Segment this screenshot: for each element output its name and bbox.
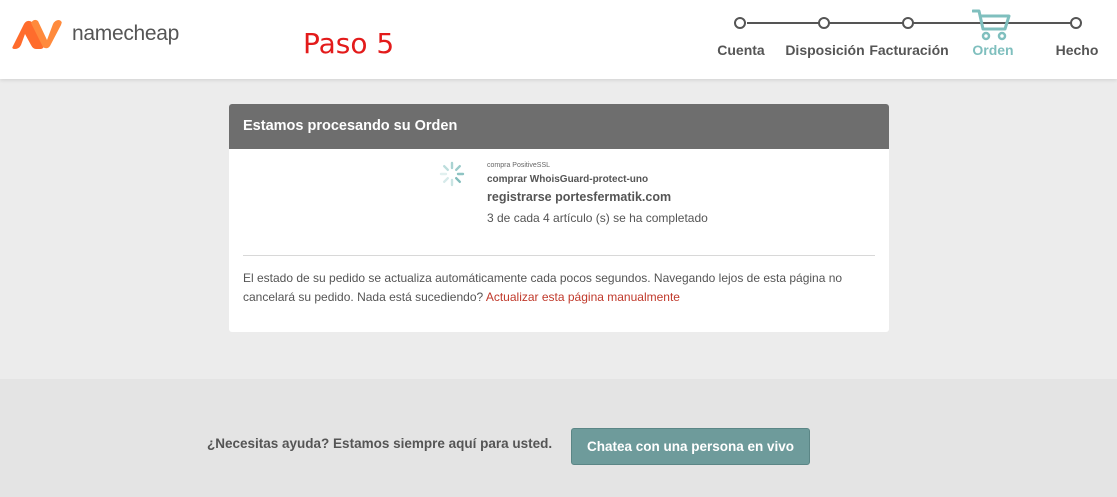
order-processing-card: Estamos procesando su Orden compra Posit… bbox=[229, 104, 889, 332]
help-text: ¿Necesitas ayuda? Estamos siempre aquí p… bbox=[207, 436, 553, 451]
live-chat-button[interactable]: Chatea con una persona en vivo bbox=[571, 428, 810, 465]
step-dot-cuenta[interactable] bbox=[734, 17, 746, 29]
auto-refresh-note: El estado de su pedido se actualiza auto… bbox=[243, 269, 875, 307]
top-header: namecheap Paso 5 Cuenta Disposición Fact… bbox=[0, 0, 1117, 79]
step-title: Paso 5 bbox=[303, 27, 395, 60]
step-label-cuenta[interactable]: Cuenta bbox=[717, 42, 764, 58]
checkout-progress: Cuenta Disposición Facturación Orden Hec… bbox=[700, 0, 1117, 79]
loading-spinner-icon bbox=[439, 161, 465, 187]
order-status-text: 3 de cada 4 artículo (s) se ha completad… bbox=[487, 211, 708, 225]
cart-icon[interactable] bbox=[972, 9, 1012, 43]
help-section bbox=[0, 379, 1117, 497]
step-dot-hecho[interactable] bbox=[1070, 17, 1082, 29]
order-item: comprar WhoisGuard-protect-uno bbox=[487, 174, 649, 185]
namecheap-logo[interactable]: namecheap bbox=[10, 18, 179, 50]
step-label-facturacion[interactable]: Facturación bbox=[869, 42, 948, 58]
step-dot-facturacion[interactable] bbox=[902, 17, 914, 29]
order-items-list: compra PositiveSSL comprar WhoisGuard-pr… bbox=[487, 161, 727, 227]
namecheap-logo-icon bbox=[12, 19, 62, 49]
order-item: compra PositiveSSL bbox=[487, 162, 551, 169]
logo-text: namecheap bbox=[72, 22, 180, 45]
step-dot-disposicion[interactable] bbox=[818, 17, 830, 29]
card-title: Estamos procesando su Orden bbox=[229, 104, 889, 149]
order-item: registrarse portesfermatik.com bbox=[487, 190, 672, 204]
card-divider bbox=[243, 255, 875, 256]
manual-refresh-link[interactable]: Actualizar esta página manualmente bbox=[486, 290, 680, 304]
step-label-orden[interactable]: Orden bbox=[972, 42, 1013, 58]
step-label-disposicion[interactable]: Disposición bbox=[785, 42, 864, 58]
step-label-hecho[interactable]: Hecho bbox=[1056, 42, 1099, 58]
